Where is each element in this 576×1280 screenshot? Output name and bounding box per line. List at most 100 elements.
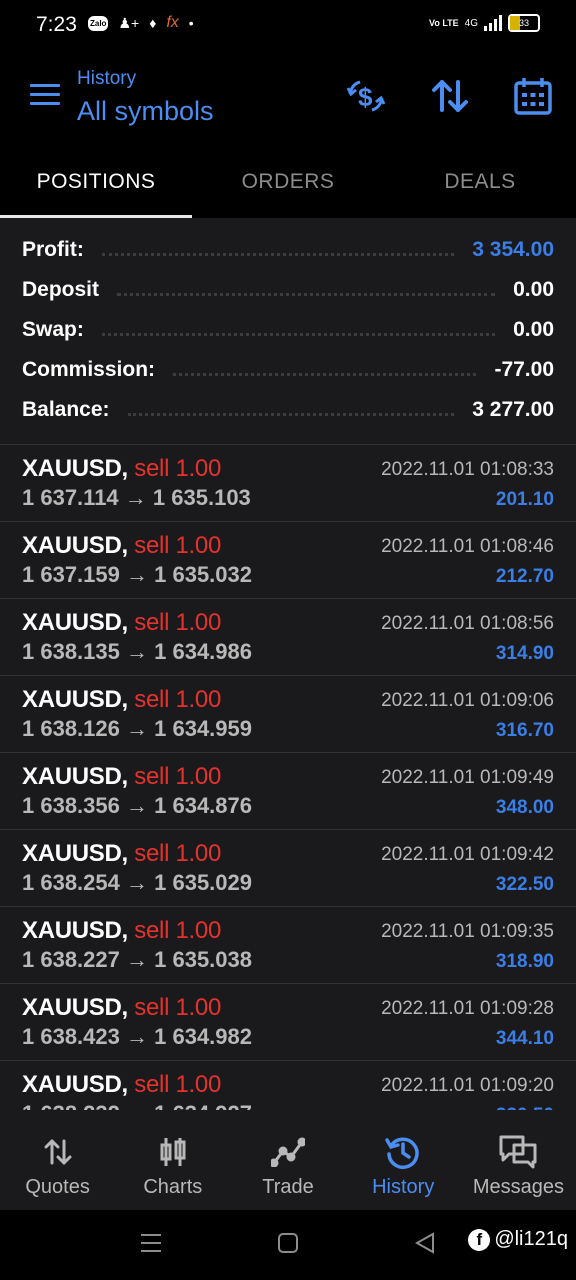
- deal-open-price: 1 638.254: [22, 870, 120, 895]
- watermark-text: @li121q: [494, 1228, 568, 1250]
- deal-row[interactable]: XAUUSD, sell 1.00 1 638.232 → 1 634.927 20…: [0, 1061, 576, 1110]
- bottom-navigation: Quotes Charts Trade History Messages: [0, 1110, 576, 1210]
- deal-side: sell 1.00: [134, 763, 221, 790]
- summary-row-profit: Profit: 3 354.00: [22, 230, 554, 270]
- deal-symbol-name: XAUUSD,: [22, 686, 128, 713]
- deal-symbol: XAUUSD, sell 1.00: [22, 532, 221, 560]
- deal-close-price: 1 634.986: [154, 639, 252, 664]
- deal-symbol: XAUUSD, sell 1.00: [22, 455, 221, 483]
- deal-time: 2022.11.01 01:08:46: [381, 536, 554, 557]
- watermark: f @li121q: [468, 1228, 568, 1251]
- history-content[interactable]: Profit: 3 354.00 Deposit 0.00 Swap: 0.00…: [0, 218, 576, 1110]
- back-icon[interactable]: [414, 1232, 436, 1259]
- deal-row[interactable]: XAUUSD, sell 1.00 1 638.135 → 1 634.986 20…: [0, 599, 576, 676]
- deal-open-price: 1 638.356: [22, 793, 120, 818]
- deal-prices: 1 638.135 → 1 634.986: [22, 639, 252, 665]
- deal-row[interactable]: XAUUSD, sell 1.00 1 638.227 → 1 635.038 20…: [0, 907, 576, 984]
- deal-symbol: XAUUSD, sell 1.00: [22, 686, 221, 714]
- recent-apps-icon[interactable]: [140, 1232, 162, 1259]
- deal-symbol-name: XAUUSD,: [22, 532, 128, 559]
- summary-row-commission: Commission: -77.00: [22, 350, 554, 390]
- history-icon: [346, 1134, 461, 1170]
- menu-icon[interactable]: [30, 84, 60, 108]
- deal-profit: 316.70: [495, 720, 554, 741]
- fx-app-icon: fx: [166, 14, 179, 31]
- deal-row[interactable]: XAUUSD, sell 1.00 1 638.423 → 1 634.982 20…: [0, 984, 576, 1061]
- summary-row-swap: Swap: 0.00: [22, 310, 554, 350]
- deal-symbol: XAUUSD, sell 1.00: [22, 1071, 221, 1099]
- deal-row[interactable]: XAUUSD, sell 1.00 1 637.114 → 1 635.103 20…: [0, 445, 576, 522]
- deal-symbol-name: XAUUSD,: [22, 994, 128, 1021]
- summary-label: Commission:: [22, 358, 156, 381]
- arrow-right-icon: →: [126, 870, 148, 895]
- add-contact-icon: ♟+: [118, 14, 140, 31]
- status-time: 7:23: [36, 13, 77, 36]
- deal-time: 2022.11.01 01:09:28: [381, 998, 554, 1019]
- deal-time: 2022.11.01 01:09:20: [381, 1075, 554, 1096]
- deal-symbol-name: XAUUSD,: [22, 840, 128, 867]
- deal-symbol-name: XAUUSD,: [22, 455, 128, 482]
- tab-orders[interactable]: ORDERS: [192, 148, 384, 218]
- summary-value: 0.00: [513, 278, 554, 301]
- status-bar: 7:23 Zalo ♟+ ♦ fx • Vo LTE 4G 33: [0, 0, 576, 52]
- status-notification-icons: Zalo ♟+ ♦ fx •: [88, 14, 194, 32]
- deal-row[interactable]: XAUUSD, sell 1.00 1 638.126 → 1 634.959 20…: [0, 676, 576, 753]
- battery-icon: 33: [508, 14, 540, 32]
- deal-prices: 1 638.227 → 1 635.038: [22, 947, 252, 973]
- summary-value: 0.00: [513, 318, 554, 341]
- deal-symbol-name: XAUUSD,: [22, 763, 128, 790]
- deal-side: sell 1.00: [134, 609, 221, 636]
- arrow-right-icon: →: [126, 562, 148, 587]
- summary-value: 3 354.00: [472, 238, 554, 261]
- home-icon[interactable]: [277, 1232, 299, 1259]
- sort-icon[interactable]: [430, 76, 470, 116]
- deal-row[interactable]: XAUUSD, sell 1.00 1 638.356 → 1 634.876 20…: [0, 753, 576, 830]
- deal-prices: 1 638.356 → 1 634.876: [22, 793, 252, 819]
- deal-close-price: 1 635.103: [152, 485, 251, 510]
- deal-open-price: 1 638.423: [22, 1024, 120, 1049]
- deal-profit: 344.10: [495, 1028, 554, 1049]
- nav-history[interactable]: History: [346, 1110, 461, 1210]
- network-type-label: 4G: [464, 17, 478, 29]
- deal-close-price: 1 635.038: [154, 947, 252, 972]
- deal-time: 2022.11.01 01:09:06: [381, 690, 554, 711]
- deal-symbol: XAUUSD, sell 1.00: [22, 917, 221, 945]
- nav-trade[interactable]: Trade: [230, 1110, 345, 1210]
- deal-profit: 212.70: [495, 566, 554, 587]
- deal-open-price: 1 637.159: [22, 562, 120, 587]
- deal-symbol-name: XAUUSD,: [22, 1071, 128, 1098]
- deal-symbol: XAUUSD, sell 1.00: [22, 840, 221, 868]
- calendar-icon[interactable]: [513, 76, 553, 116]
- deal-row[interactable]: XAUUSD, sell 1.00 1 637.159 → 1 635.032 20…: [0, 522, 576, 599]
- deal-time: 2022.11.01 01:09:42: [381, 844, 554, 865]
- deal-prices: 1 638.126 → 1 634.959: [22, 716, 252, 742]
- deal-side: sell 1.00: [134, 994, 221, 1021]
- nav-charts[interactable]: Charts: [115, 1110, 230, 1210]
- symbol-selector[interactable]: All symbols: [77, 96, 214, 127]
- deal-open-price: 1 638.227: [22, 947, 120, 972]
- deal-symbol-name: XAUUSD,: [22, 917, 128, 944]
- system-navigation-bar: f @li121q: [0, 1210, 576, 1280]
- tab-positions[interactable]: POSITIONS: [0, 148, 192, 218]
- zalo-icon: Zalo: [88, 15, 109, 31]
- deal-close-price: 1 634.982: [154, 1024, 252, 1049]
- deal-open-price: 1 638.135: [22, 639, 120, 664]
- deal-time: 2022.11.01 01:08:56: [381, 613, 554, 634]
- deal-profit: 318.90: [495, 951, 554, 972]
- nav-quotes[interactable]: Quotes: [0, 1110, 115, 1210]
- nav-label: Quotes: [25, 1176, 90, 1198]
- deal-row[interactable]: XAUUSD, sell 1.00 1 638.254 → 1 635.029 20…: [0, 830, 576, 907]
- arrow-right-icon: →: [126, 947, 148, 972]
- nav-messages[interactable]: Messages: [461, 1110, 576, 1210]
- deal-symbol: XAUUSD, sell 1.00: [22, 763, 221, 791]
- app-header: History All symbols $: [0, 52, 576, 148]
- arrow-right-icon: →: [126, 1101, 148, 1110]
- more-notifications-dot-icon: •: [188, 15, 194, 31]
- currency-exchange-icon[interactable]: $: [346, 76, 386, 116]
- tab-deals[interactable]: DEALS: [384, 148, 576, 218]
- deal-side: sell 1.00: [134, 686, 221, 713]
- deal-close-price: 1 634.959: [154, 716, 252, 741]
- deal-side: sell 1.00: [134, 917, 221, 944]
- arrow-right-icon: →: [126, 639, 148, 664]
- signal-icon: [484, 15, 502, 31]
